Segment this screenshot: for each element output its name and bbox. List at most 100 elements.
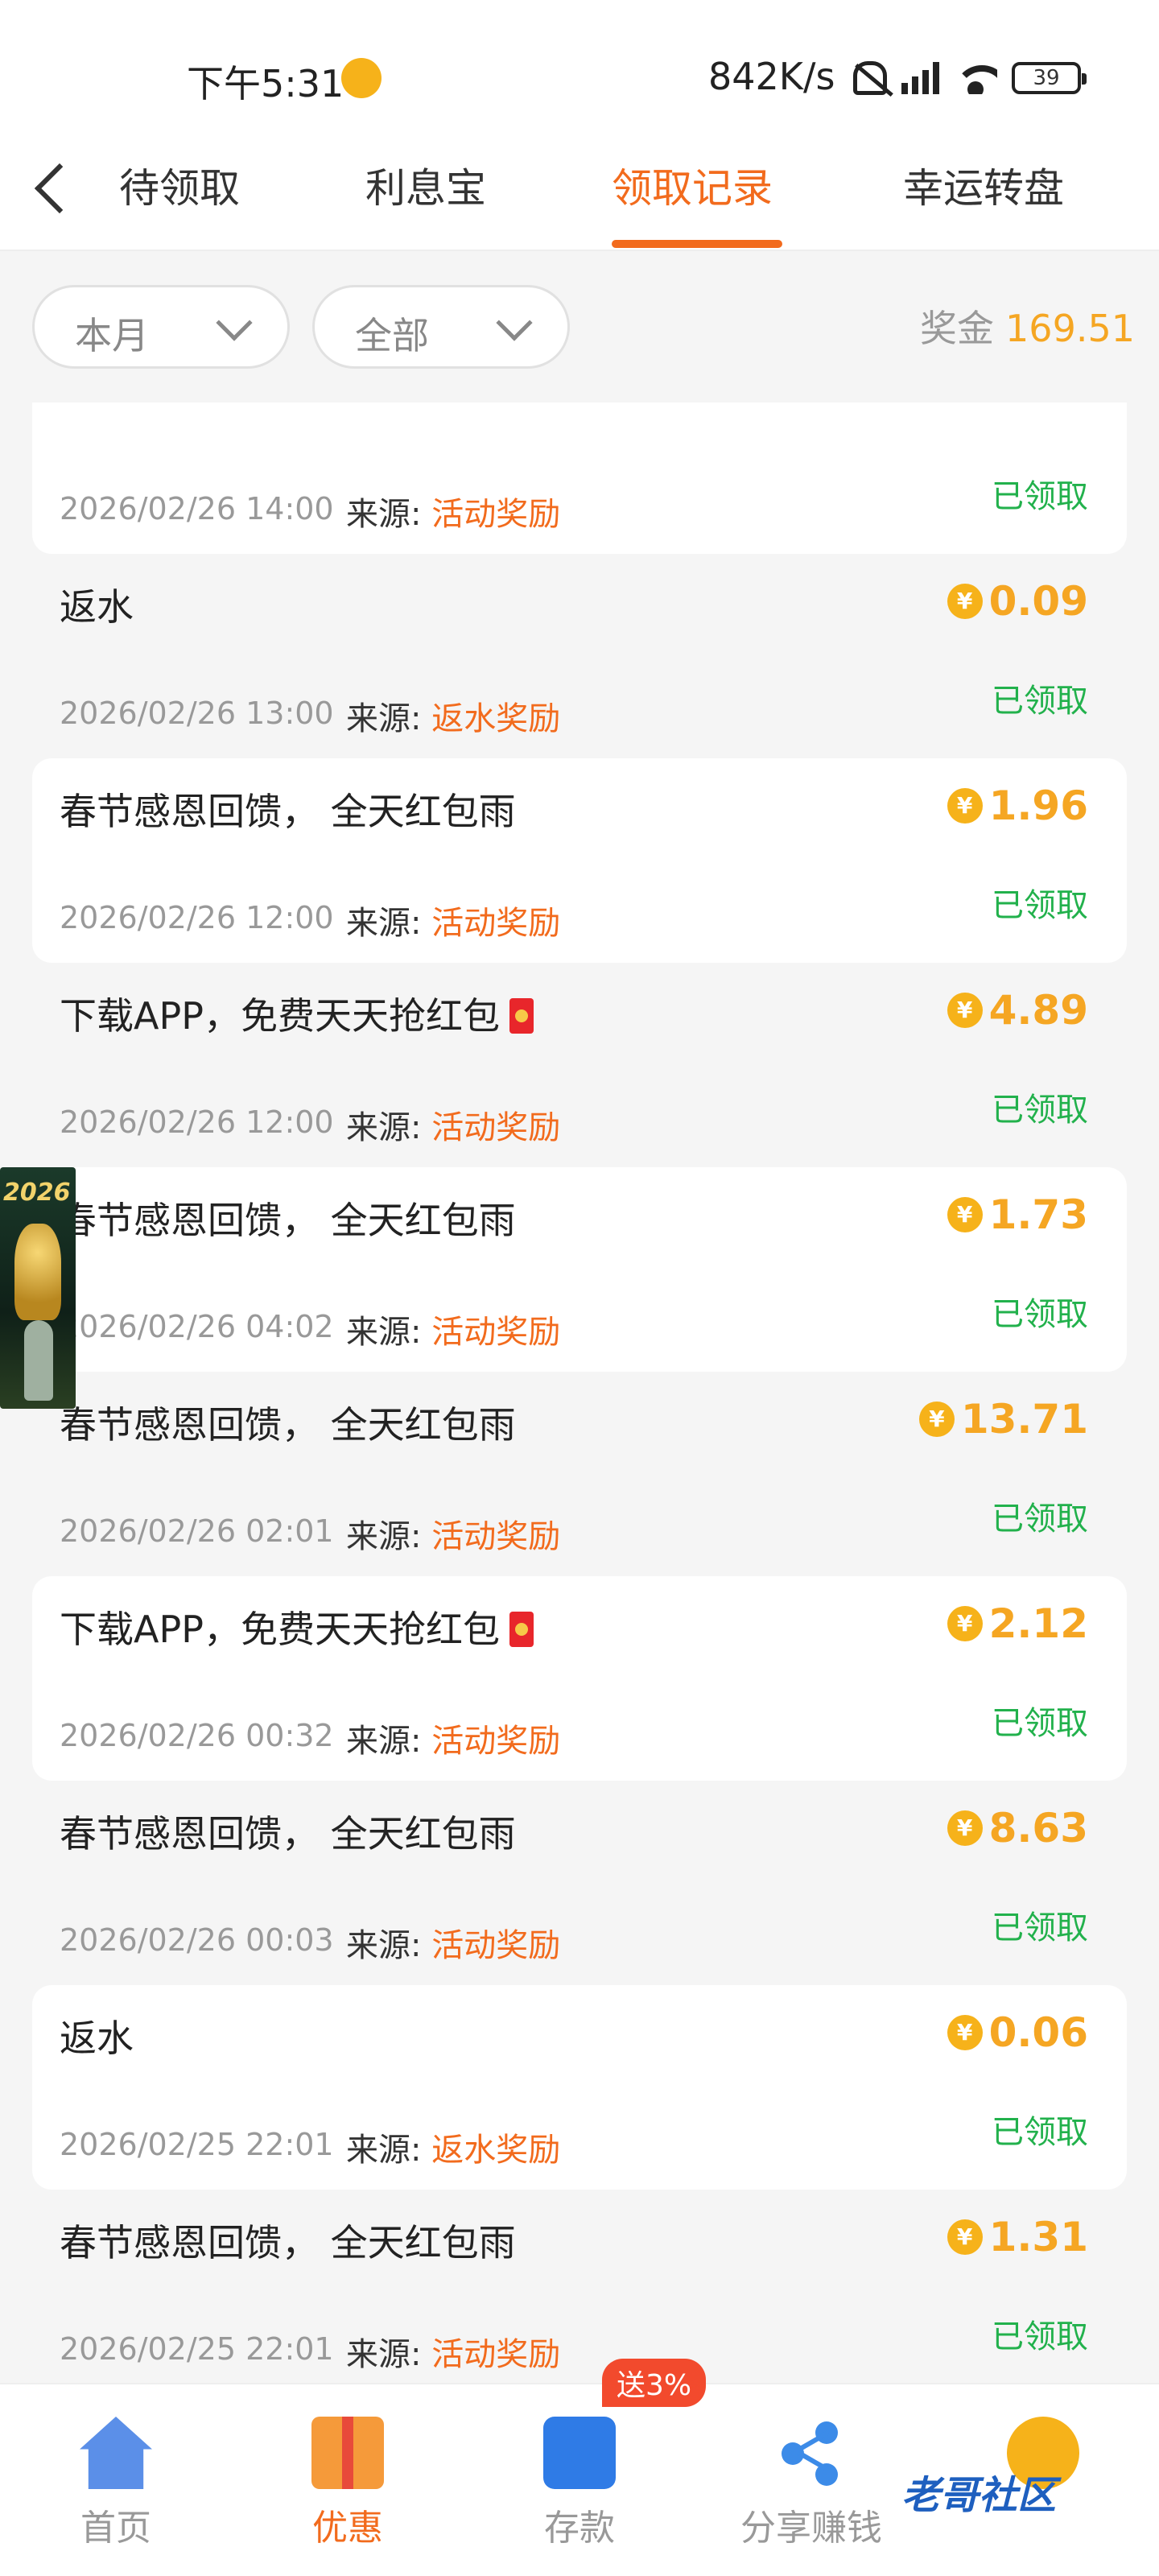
source-label: 来源: — [346, 1723, 422, 1760]
chevron-down-icon — [496, 304, 533, 341]
nav-promotions[interactable]: 优惠 — [267, 2417, 428, 2550]
coin-icon: ¥ — [918, 1402, 955, 1437]
source-label: 来源: — [346, 2336, 422, 2373]
filter-bar: 本月 全部 奖金 169.51 — [0, 251, 1159, 402]
source-value: 活动奖励 — [431, 496, 561, 533]
type-dropdown[interactable]: 全部 — [312, 285, 570, 369]
source-value: 返水奖励 — [431, 2132, 561, 2169]
tab-lucky-wheel[interactable]: 幸运转盘 — [903, 156, 1064, 214]
period-value: 本月 — [75, 314, 149, 357]
nav-deposit-label: 存款 — [544, 2508, 615, 2549]
nav-home[interactable]: 首页 — [35, 2417, 196, 2550]
wifi-icon — [954, 62, 997, 94]
record-date: 2026/02/26 12:00 — [60, 900, 334, 935]
claimed-status: 已领取 — [992, 478, 1088, 515]
player-figure — [24, 1320, 53, 1401]
tab-pending[interactable]: 待领取 — [119, 156, 240, 214]
red-packet-icon — [509, 998, 534, 1034]
record-amount: ¥1.73 — [947, 1191, 1088, 1238]
claimed-status: 已领取 — [992, 1501, 1088, 1538]
record-source: 来源: 活动奖励 — [346, 1306, 560, 1352]
floating-promo-banner[interactable]: 2026 — [0, 1167, 76, 1409]
record-amount: ¥4.89 — [947, 987, 1088, 1034]
source-value: 活动奖励 — [431, 905, 561, 942]
claimed-status: 已领取 — [992, 1296, 1088, 1333]
nav-share-label: 分享赚钱 — [740, 2508, 882, 2549]
claimed-status: 已领取 — [992, 2114, 1088, 2151]
card-background — [32, 402, 1127, 554]
nav-promotions-label: 优惠 — [312, 2508, 383, 2549]
record-title: 返水 — [60, 585, 134, 629]
nav-deposit[interactable]: 存款 — [499, 2417, 660, 2550]
top-nav: 待领取 利息宝 领取记录 幸运转盘 — [0, 137, 1159, 251]
deposit-bonus-badge: 送3% — [602, 2359, 707, 2407]
tab-claim-records[interactable]: 领取记录 — [612, 156, 773, 214]
status-bar: 下午5:31 842K/s 39 — [0, 0, 1159, 137]
record-amount-value: 0.09 — [988, 578, 1088, 625]
period-dropdown[interactable]: 本月 — [32, 285, 290, 369]
record-card: 返水 ¥0.06 2026/02/25 22:01 来源: 返水奖励 已领取 — [0, 1985, 1159, 2190]
source-value: 活动奖励 — [431, 1314, 561, 1351]
coin-icon: ¥ — [947, 2015, 983, 2050]
claimed-status: 已领取 — [992, 887, 1088, 924]
record-source: 来源: 活动奖励 — [346, 488, 560, 535]
record-amount-value: 1.96 — [988, 782, 1088, 829]
bonus-label: 奖金 — [920, 307, 995, 350]
record-amount-value: 1.31 — [988, 2214, 1088, 2260]
source-value: 活动奖励 — [431, 1927, 561, 1964]
record-amount: ¥1.31 — [947, 2214, 1088, 2260]
record-amount-value: 13.71 — [960, 1396, 1088, 1443]
record-card: 2026/02/26 14:00 来源: 活动奖励 已领取 — [0, 402, 1159, 554]
record-card: 春节感恩回馈， 全天红包雨 ¥1.31 2026/02/25 22:01 来源: 活动… — [0, 2190, 1159, 2383]
bonus-total: 奖金 169.51 — [920, 299, 1135, 353]
record-amount: ¥0.09 — [947, 578, 1088, 625]
watermark-logo: 老哥社区 — [901, 2473, 1057, 2518]
record-source: 来源: 活动奖励 — [346, 1919, 560, 1966]
record-card: 春节感恩回馈， 全天红包雨 ¥13.71 2026/02/26 02:01 来源: 活… — [0, 1372, 1159, 1576]
type-value: 全部 — [355, 314, 429, 357]
records-list[interactable]: 2026/02/26 14:00 来源: 活动奖励 已领取 返水 ¥0.09 2026/0… — [0, 402, 1159, 2383]
record-amount: ¥0.06 — [947, 2009, 1088, 2056]
gift-icon — [311, 2417, 384, 2489]
record-date: 2026/02/26 00:03 — [60, 1922, 334, 1958]
nav-share[interactable]: 分享赚钱 — [731, 2417, 892, 2550]
coin-icon: ¥ — [947, 1606, 983, 1641]
claimed-status: 已领取 — [992, 1909, 1088, 1946]
status-time: 下午5:31 — [187, 62, 344, 105]
active-tab-indicator — [612, 240, 782, 248]
claimed-status: 已领取 — [992, 2318, 1088, 2355]
record-amount: ¥2.12 — [947, 1600, 1088, 1647]
record-date: 2026/02/25 22:01 — [60, 2331, 334, 2367]
share-icon — [775, 2417, 848, 2489]
record-title: 春节感恩回馈， 全天红包雨 — [60, 1403, 516, 1447]
record-source: 来源: 返水奖励 — [346, 2124, 560, 2170]
source-value: 活动奖励 — [431, 2336, 561, 2373]
back-arrow-icon[interactable] — [34, 163, 85, 214]
record-title: 春节感恩回馈， 全天红包雨 — [60, 1812, 516, 1856]
record-title: 返水 — [60, 2017, 134, 2060]
record-date: 2026/02/26 00:32 — [60, 1718, 334, 1753]
record-date: 2026/02/25 22:01 — [60, 2127, 334, 2162]
battery-icon: 39 — [1012, 62, 1087, 94]
claimed-status: 已领取 — [992, 1092, 1088, 1129]
record-card: 下载APP，免费天天抢红包 ¥4.89 2026/02/26 12:00 来源: 活动… — [0, 963, 1159, 1167]
coin-icon: ¥ — [947, 1810, 983, 1846]
record-source: 来源: 活动奖励 — [346, 1101, 560, 1148]
network-speed: 842K/s — [708, 55, 835, 98]
record-amount-value: 2.12 — [988, 1600, 1088, 1647]
record-date: 2026/02/26 14:00 — [60, 491, 334, 526]
tab-interest[interactable]: 利息宝 — [365, 156, 486, 214]
coin-icon: ¥ — [947, 993, 983, 1028]
wallet-icon — [543, 2417, 616, 2489]
record-date: 2026/02/26 02:01 — [60, 1513, 334, 1549]
chevron-down-icon — [216, 304, 253, 341]
records-list-inner: 2026/02/26 14:00 来源: 活动奖励 已领取 返水 ¥0.09 2026/0… — [0, 402, 1159, 2383]
record-date: 2026/02/26 12:00 — [60, 1104, 334, 1140]
record-source: 来源: 活动奖励 — [346, 2328, 560, 2375]
claimed-status: 已领取 — [992, 1705, 1088, 1742]
bonus-value: 169.51 — [1005, 307, 1135, 350]
record-source: 来源: 活动奖励 — [346, 1510, 560, 1557]
coin-icon: ¥ — [947, 788, 983, 824]
promo-year: 2026 — [3, 1179, 71, 1207]
source-label: 来源: — [346, 905, 422, 942]
